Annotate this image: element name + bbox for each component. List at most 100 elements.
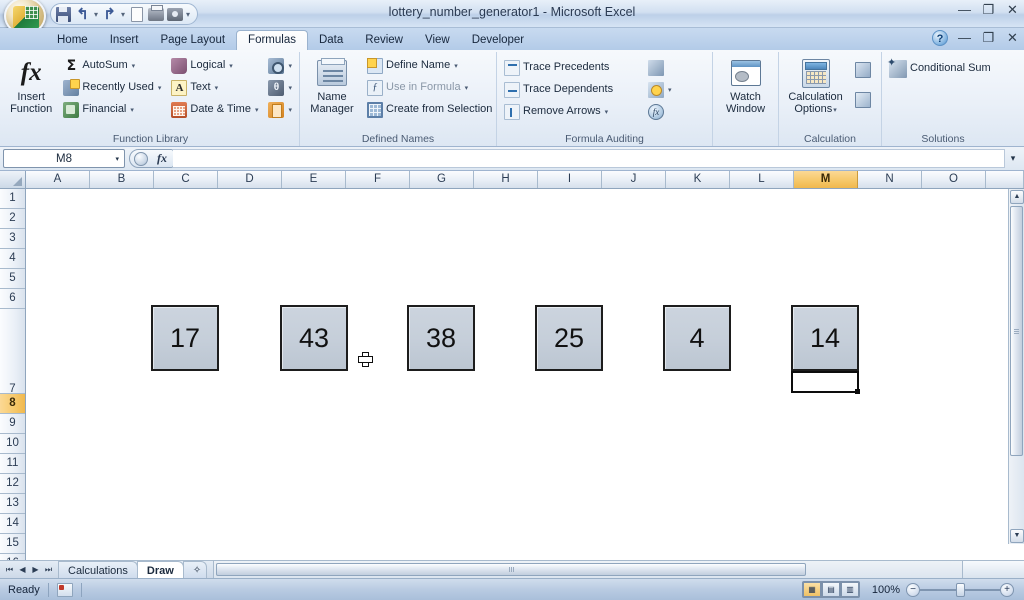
insert-function-fx-icon[interactable]: fx [157,151,167,166]
zoom-slider[interactable]: − + [906,582,1014,598]
horizontal-scrollbar[interactable] [213,561,1024,578]
column-header-n[interactable]: N [858,171,922,188]
define-name-caret-icon[interactable]: ▾ [454,62,458,70]
tab-developer[interactable]: Developer [461,31,535,51]
workbook-restore-button[interactable]: ❐ [981,30,996,46]
column-header-b[interactable]: B [90,171,154,188]
last-sheet-icon[interactable]: ⏭ [43,565,54,575]
column-header-o[interactable]: O [922,171,986,188]
column-header-k[interactable]: K [666,171,730,188]
calculation-options-caret-icon[interactable]: ▾ [833,107,837,114]
next-sheet-icon[interactable]: ▶ [30,565,41,574]
date-time-button[interactable]: Date & Time ▾ [168,99,261,120]
date-time-caret-icon[interactable]: ▾ [255,106,259,114]
recently-used-button[interactable]: Recently Used ▾ [60,77,164,98]
tab-data[interactable]: Data [308,31,354,51]
first-sheet-icon[interactable]: ⏮ [4,565,15,575]
tab-insert[interactable]: Insert [99,31,150,51]
row-header-10[interactable]: 10 [0,434,25,454]
workbook-close-button[interactable]: ✕ [1005,30,1020,46]
prev-sheet-icon[interactable]: ◀ [17,565,28,574]
row-header-6[interactable]: 6 [0,289,25,309]
scroll-down-icon[interactable]: ▼ [1010,529,1024,543]
record-macro-button[interactable] [56,582,73,597]
more-functions-caret-icon[interactable]: ▾ [288,106,292,114]
fill-handle[interactable] [855,389,860,394]
row-header-4[interactable]: 4 [0,249,25,269]
row-header-14[interactable]: 14 [0,514,25,534]
scroll-up-icon[interactable]: ▲ [1010,190,1024,204]
create-from-selection-button[interactable]: Create from Selection [364,99,492,120]
lookup-caret-icon[interactable]: ▾ [288,62,292,70]
row-header-16[interactable]: 16 [0,554,25,560]
row-header-5[interactable]: 5 [0,269,25,289]
conditional-sum-button[interactable]: Conditional Sum [886,56,994,79]
logical-caret-icon[interactable]: ▾ [229,62,233,70]
tab-home[interactable]: Home [46,31,99,51]
sheet-tab-draw[interactable]: Draw [136,561,184,578]
page-layout-view-button[interactable]: ▤ [822,582,840,597]
redo-dropdown-caret[interactable]: ▾ [120,10,126,19]
remove-arrows-button[interactable]: Remove Arrows ▾ [501,101,641,122]
expand-formula-bar-icon[interactable]: ▾ [1005,153,1021,164]
column-header-h[interactable]: H [474,171,538,188]
financial-button[interactable]: Financial ▾ [60,99,164,120]
cell-grid[interactable]: 17 43 38 25 4 14 [26,189,1008,544]
row-header-12[interactable]: 12 [0,474,25,494]
help-icon[interactable]: ? [932,30,948,46]
new-icon[interactable] [128,6,145,23]
vertical-scroll-thumb[interactable] [1010,206,1023,456]
print-icon[interactable] [147,4,164,23]
use-in-formula-caret-icon[interactable]: ▾ [465,84,469,92]
column-header-c[interactable]: C [154,171,218,188]
row-header-2[interactable]: 2 [0,209,25,229]
row-header-11[interactable]: 11 [0,454,25,474]
tab-view[interactable]: View [414,31,461,51]
calculate-now-button[interactable] [852,59,877,80]
column-header-e[interactable]: E [282,171,346,188]
cancel-enter-button[interactable] [134,151,148,166]
minimize-button[interactable]: — [957,3,972,18]
row-header-13[interactable]: 13 [0,494,25,514]
zoom-slider-knob[interactable] [956,582,965,597]
column-header-l[interactable]: L [730,171,794,188]
text-button[interactable]: A Text ▾ [168,77,261,98]
remove-arrows-caret-icon[interactable]: ▾ [605,108,609,116]
column-header-f[interactable]: F [346,171,410,188]
column-header-partial[interactable] [986,171,1024,188]
define-name-button[interactable]: Define Name ▾ [364,55,492,76]
trace-dependents-button[interactable]: Trace Dependents [501,79,641,100]
name-box[interactable]: M8 ▾ [3,149,125,168]
normal-view-button[interactable]: ▦ [803,582,821,597]
name-manager-button[interactable]: Name Manager [304,55,360,115]
row-header-15[interactable]: 15 [0,534,25,554]
row-header-7[interactable]: 7 [0,309,25,395]
recently-used-caret-icon[interactable]: ▾ [158,84,162,92]
zoom-out-button[interactable]: − [906,582,920,597]
error-checking-button[interactable]: ▾ [645,79,689,100]
column-header-j[interactable]: J [602,171,666,188]
redo-icon[interactable]: ↱ [101,6,118,23]
financial-caret-icon[interactable]: ▾ [130,106,134,114]
math-trig-button[interactable]: θ ▾ [265,77,295,98]
restore-button[interactable]: ❐ [981,3,996,18]
calculation-options-button[interactable]: Calculation Options▾ [783,55,848,117]
tab-page-layout[interactable]: Page Layout [149,31,236,51]
sheet-tab-calculations[interactable]: Calculations [58,561,138,578]
math-caret-icon[interactable]: ▾ [288,84,292,92]
tab-formulas[interactable]: Formulas [236,30,308,51]
autosum-caret-icon[interactable]: ▾ [132,62,136,70]
more-functions-button[interactable]: ▾ [265,99,295,120]
horizontal-scroll-track-right[interactable] [962,561,1024,578]
column-header-i[interactable]: I [538,171,602,188]
logical-button[interactable]: Logical ▾ [168,55,261,76]
column-header-g[interactable]: G [410,171,474,188]
customize-qat-caret[interactable]: ▾ [185,10,191,19]
show-formulas-button[interactable] [645,57,689,78]
column-header-a[interactable]: A [26,171,90,188]
formula-input[interactable] [173,149,1005,168]
calculate-sheet-button[interactable] [852,89,877,110]
zoom-level-label[interactable]: 100% [866,584,900,596]
name-box-caret-icon[interactable]: ▾ [115,155,119,163]
horizontal-scroll-thumb[interactable] [216,563,807,576]
